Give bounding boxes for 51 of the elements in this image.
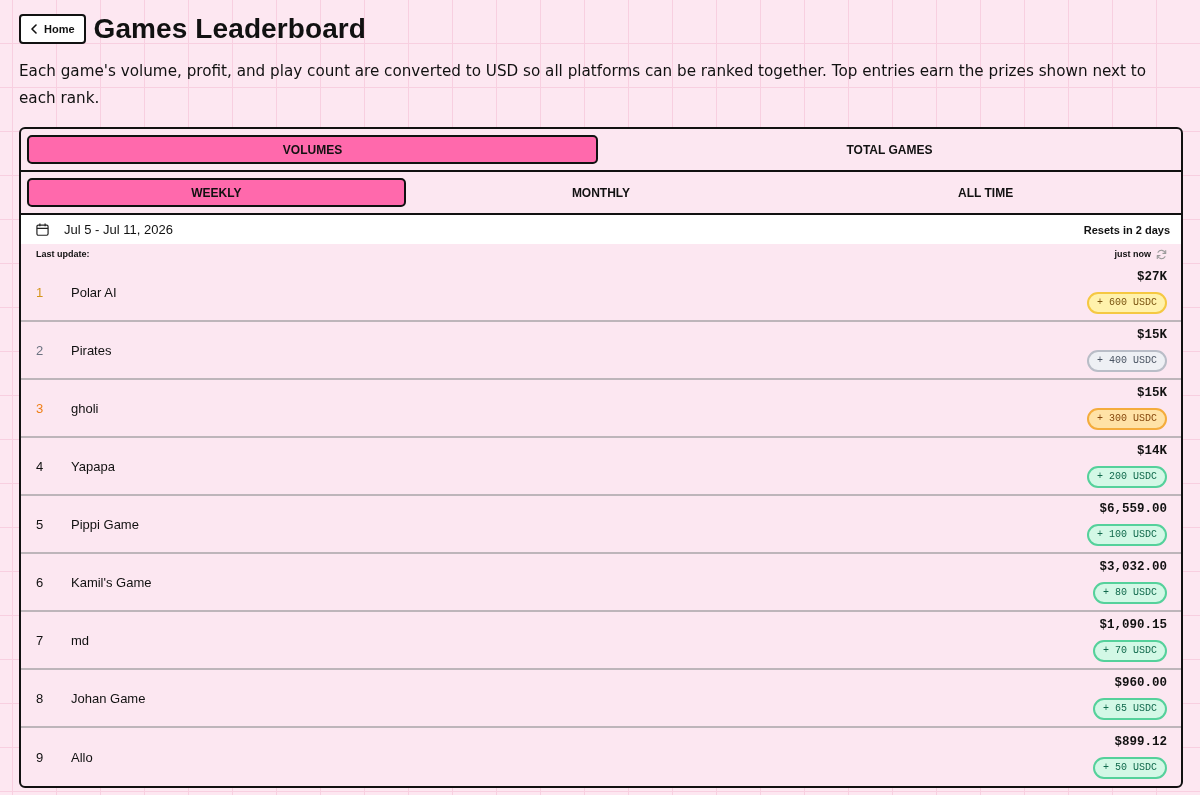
- volume-amount: $14K: [1137, 444, 1167, 458]
- description-text: Each game's volume, profit, and play count are converted to USD so all platforms can be ranked together. Top entries earn the prizes shown next to each rank.: [19, 61, 1148, 109]
- prize-badge: + 400 USDC: [1087, 350, 1167, 372]
- rank-number: 5: [36, 516, 45, 532]
- prize-badge: + 65 USDC: [1093, 698, 1167, 720]
- rank-number: 9: [36, 749, 45, 765]
- game-name: Yapapa: [71, 458, 115, 474]
- chevron-left-icon: [31, 24, 37, 34]
- metric-tab[interactable]: TOTAL GAMES: [604, 135, 1175, 164]
- period-tab[interactable]: ALL TIME: [796, 178, 1175, 207]
- rank-number: 7: [36, 632, 45, 648]
- game-name: Polar AI: [71, 284, 117, 300]
- rank-number: 2: [36, 342, 45, 358]
- prize-badge: + 80 USDC: [1093, 582, 1167, 604]
- game-name: Allo: [71, 749, 93, 765]
- prize-badge: + 100 USDC: [1087, 524, 1167, 546]
- reset-countdown-text: Resets in 2 days: [1083, 223, 1170, 236]
- game-name: Pirates: [71, 342, 112, 358]
- game-name: md: [71, 632, 90, 648]
- rank-number: 4: [36, 458, 45, 474]
- rank-number: 1: [36, 284, 45, 300]
- last-update-label: Last update:: [36, 249, 90, 259]
- game-name: Pippi Game: [71, 516, 139, 532]
- volume-amount: $899.12: [1114, 735, 1167, 749]
- prize-badge: + 200 USDC: [1087, 466, 1167, 488]
- calendar-icon: [36, 223, 49, 236]
- volume-amount: $27K: [1137, 270, 1167, 284]
- volume-amount: $960.00: [1114, 676, 1167, 690]
- rank-number: 3: [36, 400, 45, 416]
- home-button[interactable]: Home: [19, 14, 86, 44]
- last-update-time: just now: [1114, 249, 1151, 259]
- volume-amount: $6,559.00: [1099, 502, 1167, 516]
- game-name: Johan Game: [71, 690, 146, 706]
- prize-badge: + 300 USDC: [1087, 408, 1167, 430]
- game-name: gholi: [71, 400, 99, 416]
- volume-amount: $15K: [1137, 328, 1167, 342]
- prize-badge: + 70 USDC: [1093, 640, 1167, 662]
- volume-amount: $1,090.15: [1099, 618, 1167, 632]
- rank-number: 8: [36, 690, 45, 706]
- game-name: Kamil's Game: [71, 574, 152, 590]
- page-title: Games Leaderboard: [93, 13, 367, 45]
- volume-amount: $15K: [1137, 386, 1167, 400]
- prize-badge: + 50 USDC: [1093, 757, 1167, 779]
- prize-badge: + 600 USDC: [1087, 292, 1167, 314]
- period-tab[interactable]: WEEKLY: [27, 178, 406, 207]
- rank-number: 6: [36, 574, 45, 590]
- refresh-icon[interactable]: [1156, 248, 1167, 260]
- date-range-text: Jul 5 - Jul 11, 2026: [64, 222, 173, 237]
- period-tab[interactable]: MONTHLY: [411, 178, 791, 207]
- metric-tab[interactable]: VOLUMES: [27, 135, 598, 164]
- volume-amount: $3,032.00: [1099, 560, 1167, 574]
